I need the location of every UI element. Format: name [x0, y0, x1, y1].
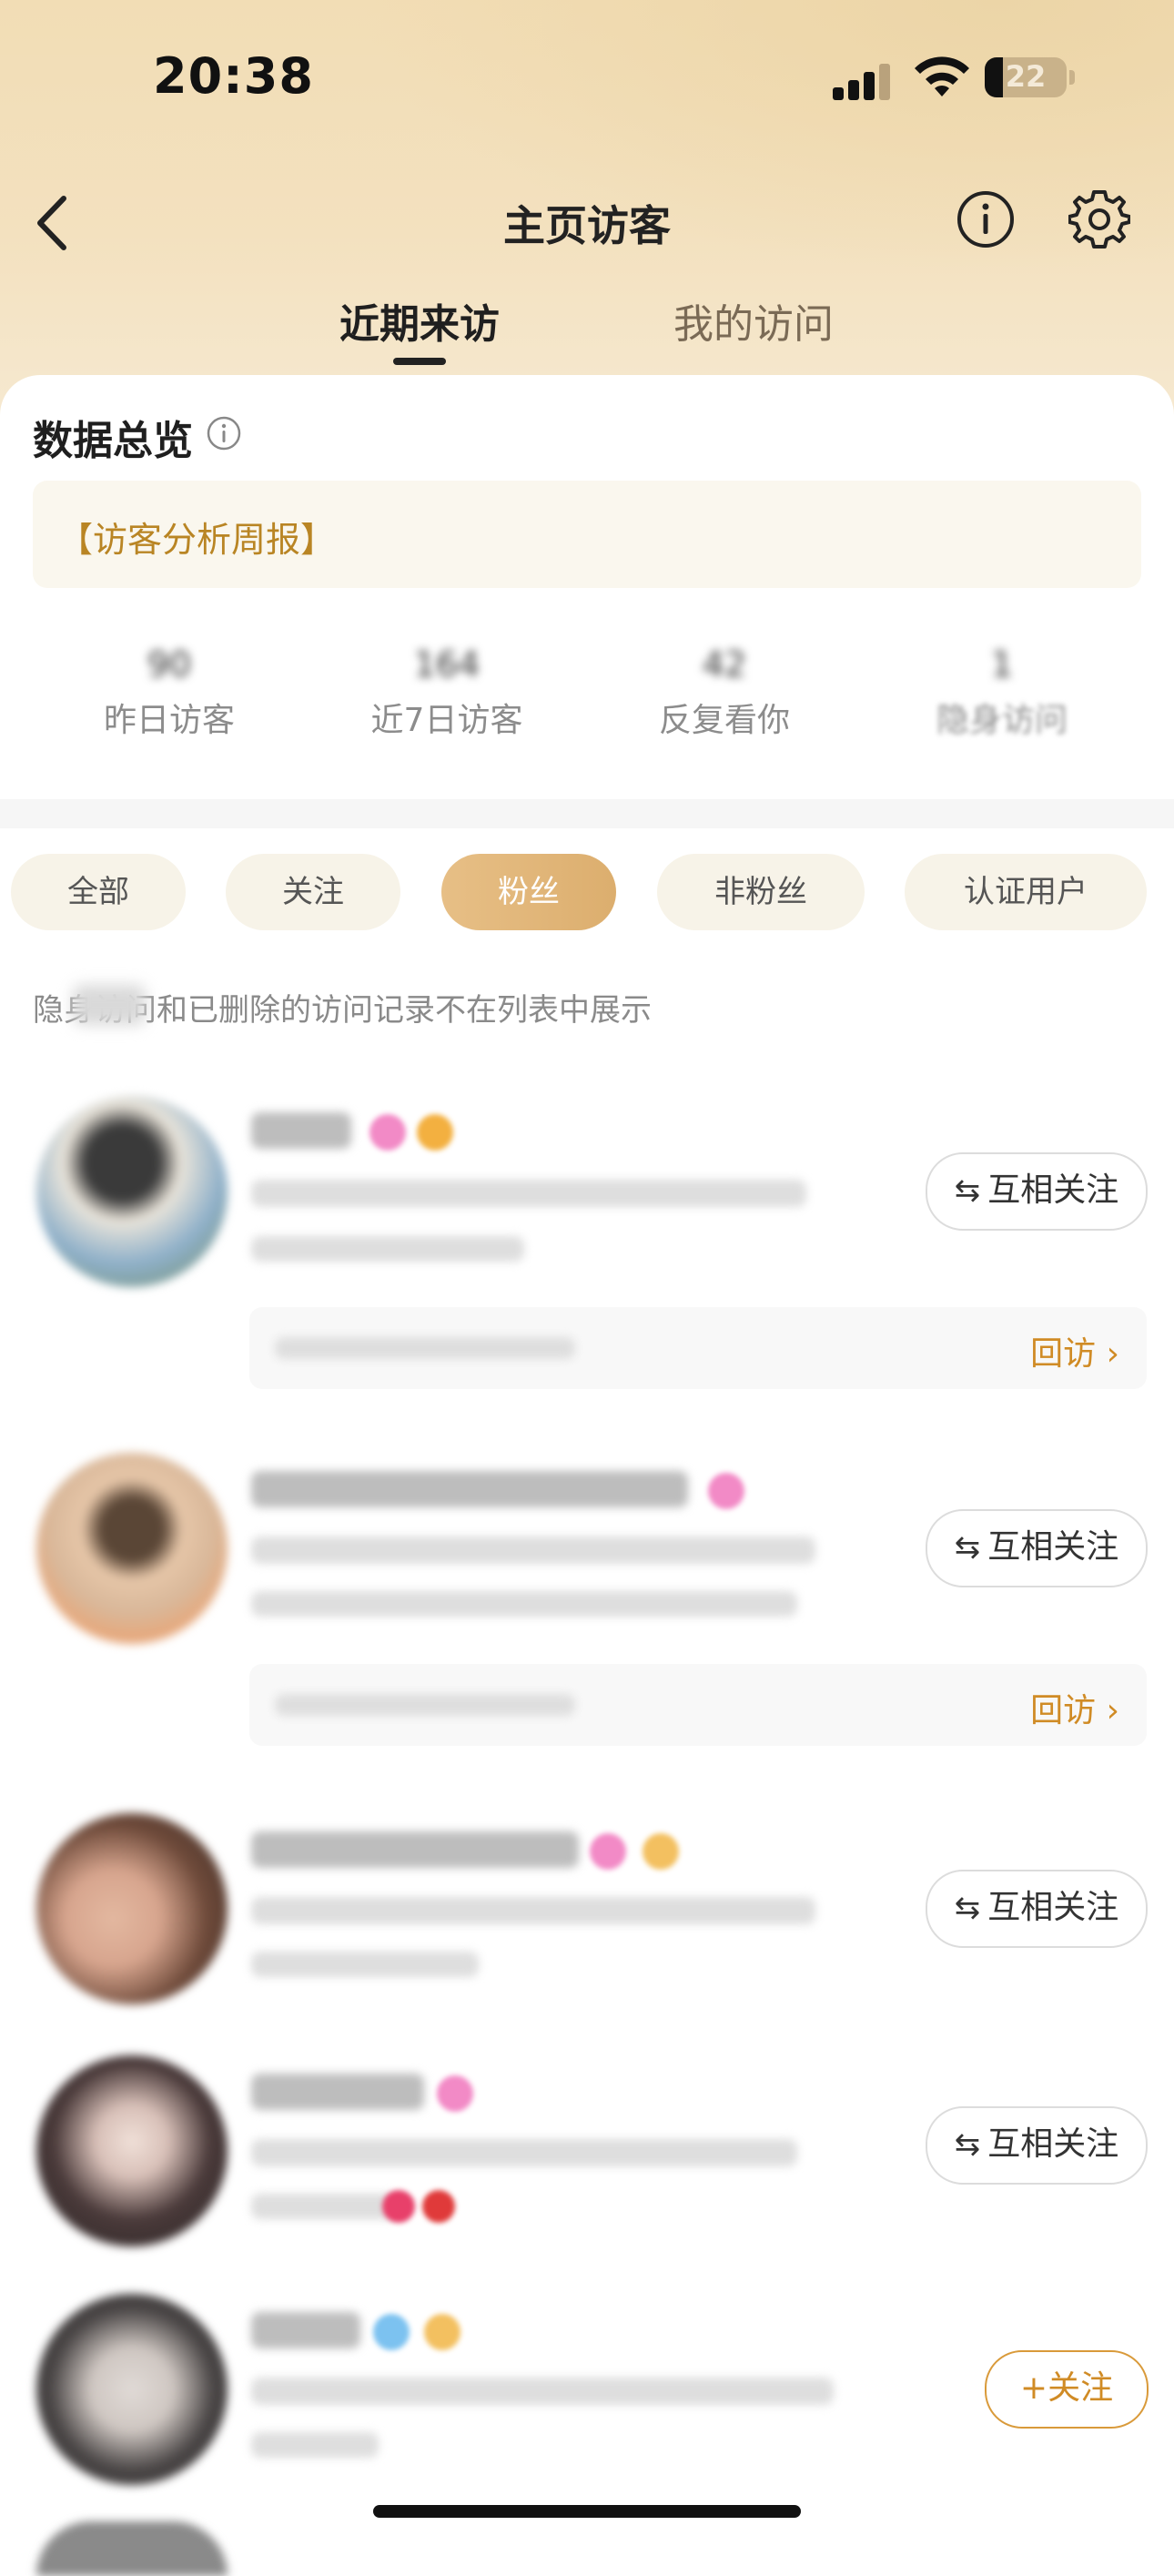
follow-label: 互相关注	[987, 2125, 1119, 2163]
avatar[interactable]	[36, 1813, 228, 2004]
badge-icon	[590, 1833, 626, 1870]
list-item[interactable]: ⇆ 互相关注 回访 ›	[0, 1445, 1174, 1759]
stat-value: 1	[990, 644, 1014, 685]
avatar[interactable]	[36, 2055, 228, 2246]
status-bar: 20:38 22	[0, 0, 1174, 155]
revisit-link[interactable]: 回访 ›	[1030, 1327, 1119, 1374]
battery-tip	[1069, 70, 1075, 85]
username-blurred	[251, 1471, 688, 1507]
cellular-signal-icon	[833, 62, 891, 100]
notice-blur-mask	[73, 985, 146, 1025]
weekly-report-label: 【访客分析周报】	[58, 520, 336, 560]
home-indicator[interactable]	[373, 2505, 801, 2518]
visit-info-blurred	[275, 1694, 575, 1716]
swap-arrows-icon: ⇆	[954, 1890, 981, 1926]
avatar[interactable]	[36, 2294, 228, 2485]
stat-value: 42	[702, 644, 747, 685]
user-tags-blurred	[251, 2139, 797, 2166]
section-divider	[0, 799, 1174, 828]
stat-label: 昨日访客	[103, 702, 235, 739]
stat-yesterday[interactable]: 90 昨日访客	[33, 641, 306, 741]
navigation-bar: 主页访客	[0, 173, 1174, 273]
avatar[interactable]	[36, 1096, 228, 1287]
badge-icon	[369, 1114, 406, 1151]
filter-following[interactable]: 关注	[226, 854, 400, 930]
stat-label: 反复看你	[658, 702, 790, 739]
revisit-bar[interactable]: 回访 ›	[249, 1307, 1147, 1389]
stat-label: 近7日访客	[370, 702, 523, 739]
avatar[interactable]	[36, 1453, 228, 1644]
stat-value: 164	[413, 644, 481, 685]
swap-arrows-icon: ⇆	[954, 1529, 981, 1566]
heart-emoji	[382, 2190, 415, 2223]
user-bio-blurred	[251, 1952, 479, 1977]
visitor-tabs: 近期来访 我的访问	[0, 282, 1174, 369]
badge-icon	[708, 1473, 744, 1509]
weekly-report-banner[interactable]: 【访客分析周报】	[33, 481, 1141, 588]
heart-emoji	[422, 2190, 455, 2223]
tab-my-visits[interactable]: 我的访问	[673, 291, 834, 350]
user-tags-blurred	[251, 1897, 815, 1924]
follow-button[interactable]: +关注	[985, 2350, 1149, 2429]
avatar[interactable]	[36, 2521, 228, 2576]
filter-all[interactable]: 全部	[11, 854, 186, 930]
revisit-bar[interactable]: 回访 ›	[249, 1664, 1147, 1746]
username-blurred	[251, 2074, 424, 2110]
gear-icon[interactable]	[1068, 188, 1130, 249]
user-tags-blurred	[251, 1536, 815, 1564]
follow-label: 互相关注	[987, 1889, 1119, 1926]
badge-icon	[643, 1833, 679, 1870]
user-tags-blurred	[251, 1180, 806, 1207]
wifi-icon	[915, 56, 969, 96]
filter-fans[interactable]: 粉丝	[441, 854, 616, 930]
tab-recent-visits[interactable]: 近期来访	[339, 291, 500, 350]
mutual-follow-button[interactable]: ⇆ 互相关注	[926, 1870, 1148, 1948]
username-blurred	[251, 1112, 351, 1149]
user-bio-blurred	[251, 2194, 397, 2219]
filter-verified-users[interactable]: 认证用户	[905, 854, 1147, 930]
revisit-link[interactable]: 回访 ›	[1030, 1684, 1119, 1731]
badge-icon	[424, 2314, 460, 2350]
active-tab-indicator	[393, 358, 446, 365]
stat-label: 隐身访问	[936, 702, 1068, 739]
follow-label: 互相关注	[987, 1171, 1119, 1209]
visit-info-blurred	[275, 1337, 575, 1359]
info-icon[interactable]	[206, 415, 242, 451]
list-item[interactable]: ⇆ 互相关注	[0, 2048, 1174, 2267]
stat-value: 90	[147, 644, 192, 685]
user-bio-blurred	[251, 1591, 797, 1617]
swap-arrows-icon: ⇆	[954, 2126, 981, 2163]
mutual-follow-button[interactable]: ⇆ 互相关注	[926, 2106, 1148, 2185]
username-blurred	[251, 1831, 579, 1868]
filter-non-fans[interactable]: 非粉丝	[657, 854, 865, 930]
list-item[interactable]: +关注	[0, 2287, 1174, 2496]
status-time: 20:38	[153, 47, 314, 105]
user-tags-blurred	[251, 2378, 834, 2405]
info-icon[interactable]	[956, 189, 1016, 249]
overview-title: 数据总览	[33, 418, 193, 464]
mutual-follow-button[interactable]: ⇆ 互相关注	[926, 1509, 1148, 1587]
stat-repeat-viewers[interactable]: 42 反复看你	[588, 641, 861, 741]
user-bio-blurred	[251, 1236, 524, 1262]
battery-icon: 22	[985, 57, 1067, 97]
stat-hidden-visits[interactable]: 1 隐身访问	[865, 641, 1139, 741]
swap-arrows-icon: ⇆	[954, 1172, 981, 1209]
list-item[interactable]: ⇆ 互相关注 回访 ›	[0, 1089, 1174, 1402]
list-item[interactable]: ⇆ 互相关注	[0, 1806, 1174, 2024]
badge-icon	[437, 2075, 473, 2112]
badge-icon	[417, 1114, 453, 1151]
badge-icon	[373, 2314, 410, 2350]
username-blurred	[251, 2312, 360, 2348]
battery-level: 22	[1005, 59, 1047, 94]
stat-7-days[interactable]: 164 近7日访客	[310, 641, 583, 741]
filter-chips: 全部 关注 粉丝 非粉丝 认证用户	[0, 854, 1174, 934]
follow-label: 互相关注	[987, 1528, 1119, 1566]
mutual-follow-button[interactable]: ⇆ 互相关注	[926, 1152, 1148, 1231]
user-bio-blurred	[251, 2432, 379, 2458]
data-overview-card: 数据总览 【访客分析周报】 90 昨日访客 164 近7日访客 42 反复看你 …	[0, 375, 1174, 799]
